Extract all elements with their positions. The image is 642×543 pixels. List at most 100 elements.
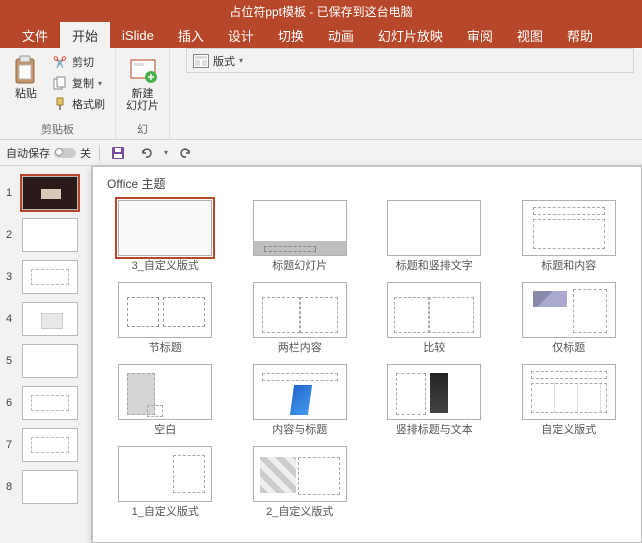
new-slide-label: 新建 幻灯片 — [126, 88, 159, 112]
slide-thumbnail[interactable]: 3 — [0, 256, 91, 298]
clipboard-group-label: 剪贴板 — [6, 119, 109, 137]
layout-option[interactable]: 2_自定义版式 — [238, 446, 363, 518]
layout-caption: 竖排标题与文本 — [396, 424, 473, 436]
layout-caption: 标题和内容 — [541, 260, 596, 272]
layout-preview — [118, 200, 212, 256]
layout-option[interactable]: 比较 — [372, 282, 497, 354]
layout-option[interactable]: 内容与标题 — [238, 364, 363, 436]
layout-dropdown-button[interactable]: 版式 ▾ — [186, 48, 634, 73]
save-icon — [110, 145, 126, 161]
paste-icon — [10, 54, 42, 86]
document-title: 占位符ppt模板 - 已保存到这台电脑 — [229, 3, 412, 20]
layout-label: 版式 — [213, 53, 235, 69]
cut-button[interactable]: ✂️ 剪切 — [48, 52, 109, 72]
tab-view[interactable]: 视图 — [505, 22, 555, 48]
layout-option[interactable]: 仅标题 — [507, 282, 632, 354]
workspace: 1 2 3 4 5 6 7 8 Office 主题 3_自定义版式 标题幻灯片 标题… — [0, 166, 642, 543]
layout-option[interactable]: 节标题 — [103, 282, 228, 354]
format-painter-label: 格式刷 — [72, 96, 105, 112]
layout-preview — [253, 446, 347, 502]
scissors-icon: ✂️ — [52, 54, 68, 70]
layout-option[interactable]: 1_自定义版式 — [103, 446, 228, 518]
new-slide-icon — [127, 54, 159, 86]
cut-label: 剪切 — [72, 54, 94, 70]
copy-icon — [52, 75, 68, 91]
slide-thumbnail-panel[interactable]: 1 2 3 4 5 6 7 8 — [0, 166, 92, 543]
layout-preview — [387, 364, 481, 420]
chevron-down-icon: ▾ — [98, 79, 102, 88]
autosave-state: 关 — [80, 145, 91, 161]
layout-option[interactable]: 标题幻灯片 — [238, 200, 363, 272]
layout-option[interactable]: 两栏内容 — [238, 282, 363, 354]
layout-preview — [387, 200, 481, 256]
tab-transitions[interactable]: 切换 — [266, 22, 316, 48]
layout-icon — [193, 54, 209, 68]
tab-islide[interactable]: iSlide — [110, 22, 166, 48]
format-painter-button[interactable]: 格式刷 — [48, 94, 109, 114]
layout-caption: 自定义版式 — [541, 424, 596, 436]
save-button[interactable] — [108, 143, 128, 163]
layout-option[interactable]: 3_自定义版式 — [103, 200, 228, 272]
autosave-label: 自动保存 — [6, 145, 50, 161]
layout-preview — [118, 364, 212, 420]
layout-preview — [253, 282, 347, 338]
redo-button[interactable] — [176, 143, 196, 163]
layout-option[interactable]: 空白 — [103, 364, 228, 436]
layout-caption: 1_自定义版式 — [132, 506, 199, 518]
tab-help[interactable]: 帮助 — [555, 22, 605, 48]
tab-design[interactable]: 设计 — [216, 22, 266, 48]
layout-preview — [118, 282, 212, 338]
layout-caption: 节标题 — [149, 342, 182, 354]
layout-option[interactable]: 标题和竖排文字 — [372, 200, 497, 272]
ribbon-tabs: 文件 开始 iSlide 插入 设计 切换 动画 幻灯片放映 审阅 视图 帮助 — [0, 22, 642, 48]
layout-caption: 空白 — [154, 424, 176, 436]
new-slide-button[interactable]: 新建 幻灯片 — [122, 52, 163, 114]
slide-thumbnail[interactable]: 1 — [0, 172, 91, 214]
layout-caption: 两栏内容 — [278, 342, 322, 354]
autosave-toggle[interactable]: 自动保存 关 — [6, 145, 91, 161]
chevron-down-icon: ▾ — [239, 56, 243, 65]
layout-gallery: Office 主题 3_自定义版式 标题幻灯片 标题和竖排文字标题和内容节标题 两栏内… — [92, 166, 642, 543]
gallery-section-title: Office 主题 — [103, 175, 631, 192]
canvas-area: Office 主题 3_自定义版式 标题幻灯片 标题和竖排文字标题和内容节标题 两栏内… — [92, 166, 642, 543]
slide-thumbnail[interactable]: 6 — [0, 382, 91, 424]
group-slides: 新建 幻灯片 幻 — [116, 48, 170, 139]
titlebar: 占位符ppt模板 - 已保存到这台电脑 — [0, 0, 642, 22]
tab-home[interactable]: 开始 — [60, 22, 110, 48]
layout-preview — [118, 446, 212, 502]
layout-preview — [522, 200, 616, 256]
copy-button[interactable]: 复制 ▾ — [48, 73, 109, 93]
tab-animations[interactable]: 动画 — [316, 22, 366, 48]
quick-access-toolbar: 自动保存 关 ▾ — [0, 140, 642, 166]
tab-insert[interactable]: 插入 — [166, 22, 216, 48]
brush-icon — [52, 96, 68, 112]
layout-caption: 2_自定义版式 — [266, 506, 333, 518]
slide-thumbnail[interactable]: 4 — [0, 298, 91, 340]
undo-icon — [138, 145, 154, 161]
tab-slideshow[interactable]: 幻灯片放映 — [366, 22, 455, 48]
layout-option[interactable]: 标题和内容 — [507, 200, 632, 272]
tab-review[interactable]: 审阅 — [455, 22, 505, 48]
layout-caption: 内容与标题 — [272, 424, 327, 436]
layout-caption: 3_自定义版式 — [132, 260, 199, 272]
layout-preview — [522, 282, 616, 338]
slide-thumbnail[interactable]: 7 — [0, 424, 91, 466]
separator — [99, 145, 100, 161]
slide-thumbnail[interactable]: 2 — [0, 214, 91, 256]
layout-preview — [522, 364, 616, 420]
layout-option[interactable]: 竖排标题与文本 — [372, 364, 497, 436]
slide-thumbnail[interactable]: 5 — [0, 340, 91, 382]
slide-thumbnail[interactable]: 8 — [0, 466, 91, 508]
paste-button[interactable]: 粘贴 — [6, 52, 46, 102]
layout-option[interactable]: 自定义版式 — [507, 364, 632, 436]
toggle-track — [54, 148, 76, 158]
layout-preview — [387, 282, 481, 338]
layout-caption: 仅标题 — [552, 342, 585, 354]
slides-group-label: 幻 — [122, 119, 163, 137]
layout-caption: 标题幻灯片 — [272, 260, 327, 272]
group-clipboard: 粘贴 ✂️ 剪切 复制 ▾ 格式刷 — [0, 48, 116, 139]
copy-label: 复制 — [72, 75, 94, 91]
chevron-down-icon[interactable]: ▾ — [164, 148, 168, 157]
tab-file[interactable]: 文件 — [10, 22, 60, 48]
undo-button[interactable] — [136, 143, 156, 163]
